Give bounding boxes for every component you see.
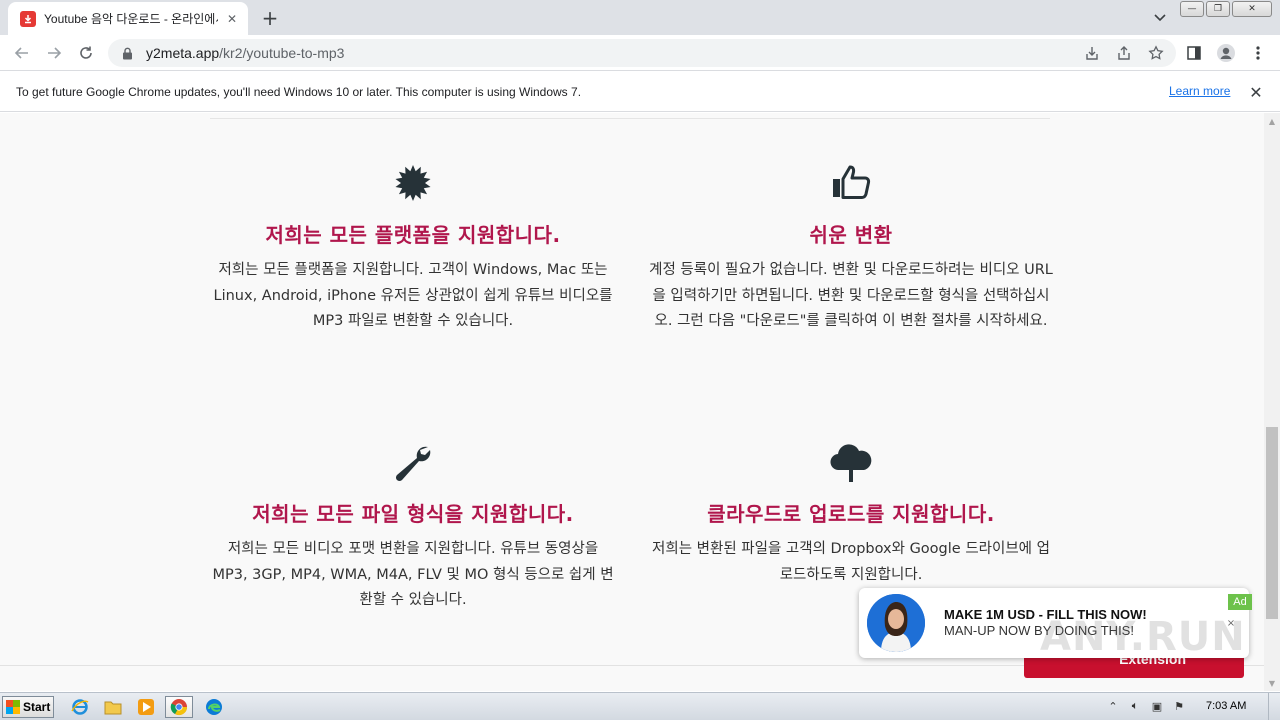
internet-explorer-icon[interactable] [66,696,94,718]
tab-search-chevron-icon[interactable] [1150,8,1170,28]
browser-tab[interactable]: Youtube 음악 다운로드 - 온라인에서 ✕ [8,2,248,35]
reload-icon[interactable] [74,41,98,65]
chrome-taskbar-icon[interactable] [165,696,193,718]
page-scrollbar[interactable]: ▲ ▼ [1264,113,1280,691]
feature-cloud-upload: 클라우드로 업로드를 지원합니다. 저희는 변환된 파일을 고객의 Dropbo… [641,440,1061,588]
show-hidden-icons-icon[interactable]: ⌃ [1105,698,1121,714]
start-label: Start [23,700,51,714]
network-icon[interactable]: ▣ [1149,698,1165,714]
url-text: y2meta.app/kr2/youtube-to-mp3 [146,45,344,61]
ad-subtitle: MAN-UP NOW BY DOING THIS! [944,623,1134,638]
feature-description: 계정 등록이 필요가 없습니다. 변환 및 다운로드하려는 비디오 URL을 입… [649,262,1053,329]
edge-icon[interactable] [200,696,228,718]
scroll-thumb[interactable] [1266,427,1278,619]
feature-title: 저희는 모든 플랫폼을 지원합니다. [265,223,561,247]
start-button[interactable]: Start [2,696,54,718]
feature-description: 저희는 모든 비디오 포맷 변환을 지원합니다. 유튜브 동영상을 MP3, 3… [212,541,614,608]
bookmark-star-icon[interactable] [1146,43,1166,63]
thumbs-up-icon [829,161,873,205]
infobar-close-icon[interactable]: ✕ [1246,82,1266,102]
menu-kebab-icon[interactable] [1246,41,1270,65]
new-tab-button[interactable]: + [258,6,282,30]
divider [210,118,1050,119]
profile-avatar-icon[interactable] [1214,41,1238,65]
ad-close-icon[interactable]: × [1224,616,1238,630]
learn-more-link[interactable]: Learn more [1169,84,1230,98]
forward-arrow-icon[interactable] [42,41,66,65]
feature-title: 클라우드로 업로드를 지원합니다. [707,502,995,526]
media-player-icon[interactable] [132,696,160,718]
feature-title: 쉬운 변환 [809,223,893,247]
tab-strip: Youtube 음악 다운로드 - 온라인에서 ✕ + — ❐ ✕ [0,0,1280,35]
close-window-button[interactable]: ✕ [1232,1,1272,17]
share-icon[interactable] [1114,43,1134,63]
url-path: /kr2/youtube-to-mp3 [219,45,345,61]
tab-title: Youtube 음악 다운로드 - 온라인에서 [44,12,218,26]
file-explorer-icon[interactable] [99,696,127,718]
feature-file-formats: 저희는 모든 파일 형식을 지원합니다. 저희는 모든 비디오 포맷 변환을 지… [203,440,623,614]
windows-logo-icon [6,700,20,714]
feature-description: 저희는 변환된 파일을 고객의 Dropbox와 Google 드라이브에 업로… [652,541,1050,583]
window-controls: — ❐ ✕ [1180,1,1272,17]
minimize-button[interactable]: — [1180,1,1204,17]
wrench-icon [391,440,435,484]
browser-toolbar: y2meta.app/kr2/youtube-to-mp3 [0,35,1280,71]
url-host: y2meta.app [146,45,220,61]
back-arrow-icon[interactable] [10,41,34,65]
volume-icon[interactable]: 🔈︎ [1127,698,1143,714]
infobar-message: To get future Google Chrome updates, you… [16,84,582,99]
windows-taskbar: Start ⌃ 🔈︎ ▣ ⚑ 7:03 AM [0,692,1280,720]
download-favicon-icon [20,10,36,27]
ad-title: MAKE 1M USD - FILL THIS NOW! [944,607,1147,622]
feature-platforms: 저희는 모든 플랫폼을 지원합니다. 저희는 모든 플랫폼을 지원합니다. 고객… [203,161,623,335]
system-tray: ⌃ 🔈︎ ▣ ⚑ [1105,698,1187,714]
scroll-down-arrow-icon[interactable]: ▼ [1264,675,1280,691]
tab-close-icon[interactable]: ✕ [224,11,240,27]
restore-button[interactable]: ❐ [1206,1,1230,17]
side-panel-icon[interactable] [1182,41,1206,65]
lock-icon[interactable] [120,46,134,60]
feature-easy-conversion: 쉬운 변환 계정 등록이 필요가 없습니다. 변환 및 다운로드하려는 비디오 … [641,161,1061,335]
ad-avatar-image [867,594,925,652]
ad-popup[interactable]: MAKE 1M USD - FILL THIS NOW! MAN-UP NOW … [859,588,1252,658]
update-infobar: To get future Google Chrome updates, you… [0,72,1280,112]
taskbar-clock[interactable]: 7:03 AM [1206,700,1246,712]
feature-description: 저희는 모든 플랫폼을 지원합니다. 고객이 Windows, Mac 또는 L… [213,262,613,329]
feature-title: 저희는 모든 파일 형식을 지원합니다. [252,502,574,526]
address-bar[interactable]: y2meta.app/kr2/youtube-to-mp3 [108,39,1176,67]
cloud-upload-icon [829,440,873,484]
install-app-icon[interactable] [1082,43,1102,63]
starburst-icon [391,161,435,205]
ad-badge: Ad [1228,594,1252,610]
action-center-flag-icon[interactable]: ⚑ [1171,698,1187,714]
show-desktop-button[interactable] [1268,693,1280,720]
scroll-up-arrow-icon[interactable]: ▲ [1264,113,1280,129]
